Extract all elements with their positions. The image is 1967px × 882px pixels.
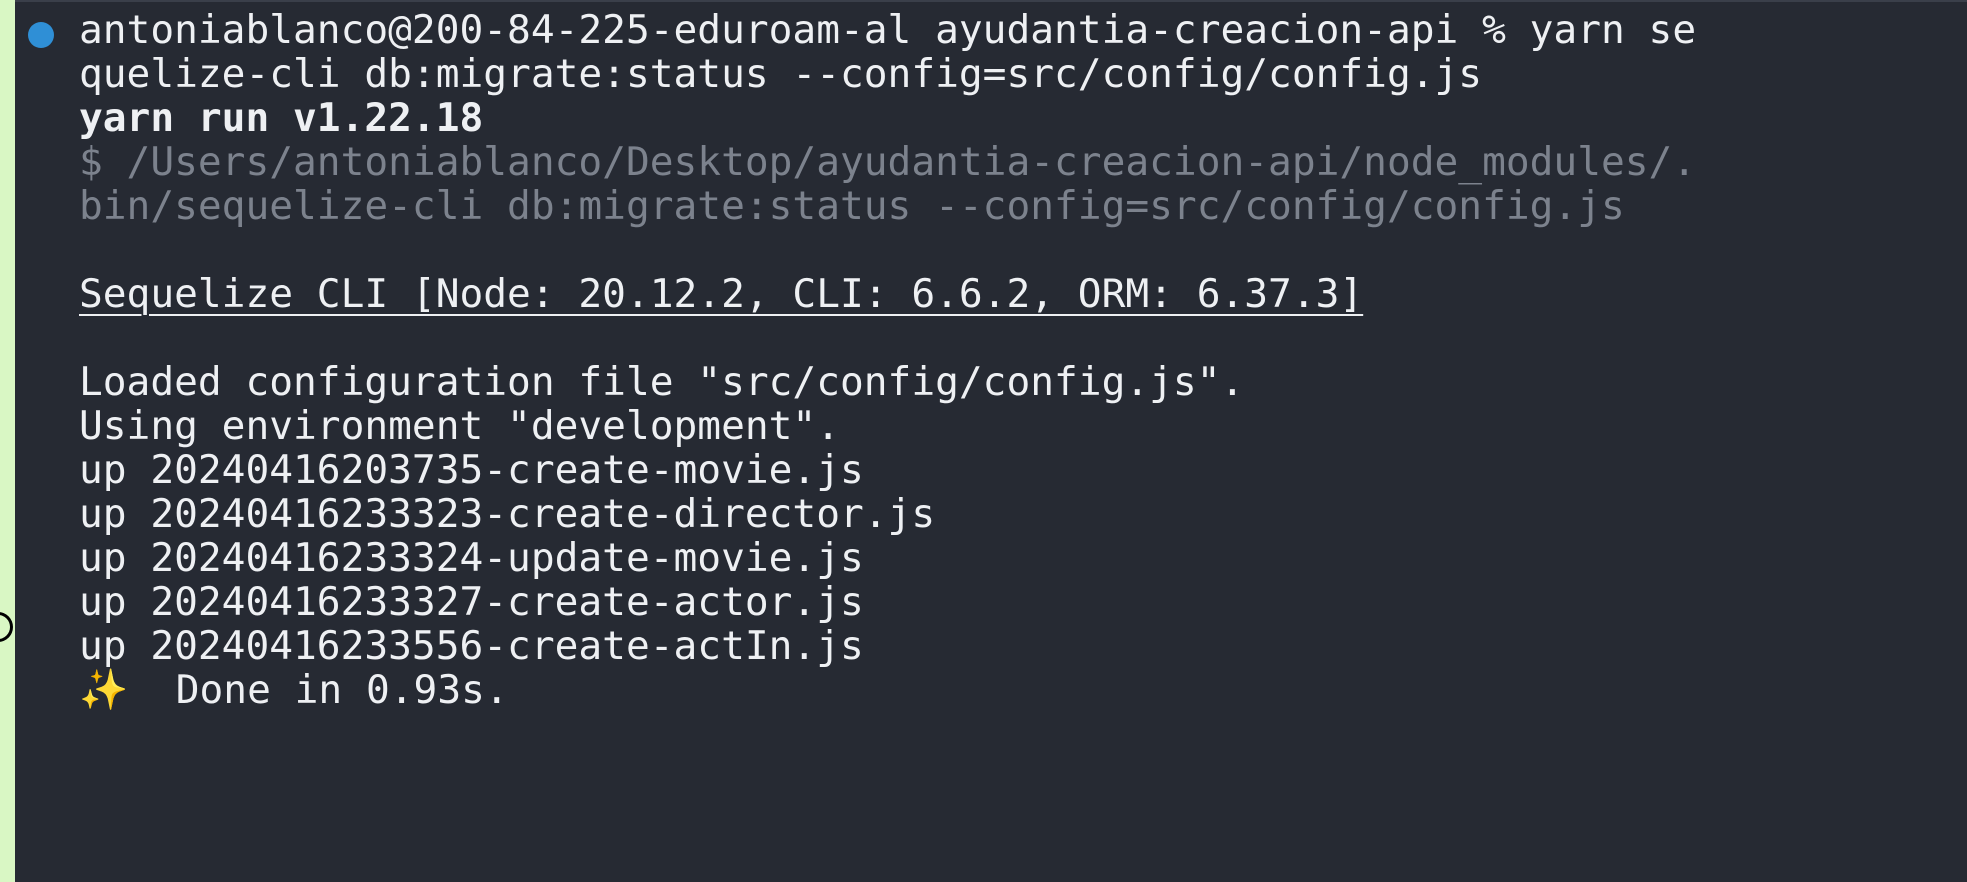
sparkles-icon: ✨ bbox=[79, 667, 129, 713]
using-environment-line: Using environment "development". bbox=[79, 403, 840, 449]
prompt-continuation: quelize-cli db:migrate:status --config=s… bbox=[79, 51, 1483, 97]
migration-line: up 20240416233327-create-actor.js bbox=[79, 579, 864, 625]
migration-line: up 20240416233323-create-director.js bbox=[79, 491, 936, 537]
migration-line: up 20240416233324-update-movie.js bbox=[79, 535, 864, 581]
done-text: Done in 0.93s. bbox=[175, 667, 509, 713]
migration-line: up 20240416203735-create-movie.js bbox=[79, 447, 864, 493]
prompt-line: antoniablanco@200-84-225-eduroam-al ayud… bbox=[79, 7, 1697, 53]
sequelize-banner: Sequelize CLI [Node: 20.12.2, CLI: 6.6.2… bbox=[79, 271, 1364, 317]
yarn-header: yarn run v1.22.18 bbox=[79, 95, 484, 141]
migration-line: up 20240416233556-create-actIn.js bbox=[79, 623, 864, 669]
terminal-window[interactable]: antoniablanco@200-84-225-eduroam-al ayud… bbox=[15, 0, 1967, 882]
command-status-dot-icon bbox=[28, 22, 54, 48]
done-line: ✨ Done in 0.93s. bbox=[79, 670, 509, 711]
exec-path-line-2: bin/sequelize-cli db:migrate:status --co… bbox=[79, 183, 1625, 229]
exec-path-line-1: $ /Users/antoniablanco/Desktop/ayudantia… bbox=[79, 139, 1697, 185]
partial-edge-icon bbox=[0, 612, 13, 642]
loaded-config-line: Loaded configuration file "src/config/co… bbox=[79, 359, 1245, 405]
